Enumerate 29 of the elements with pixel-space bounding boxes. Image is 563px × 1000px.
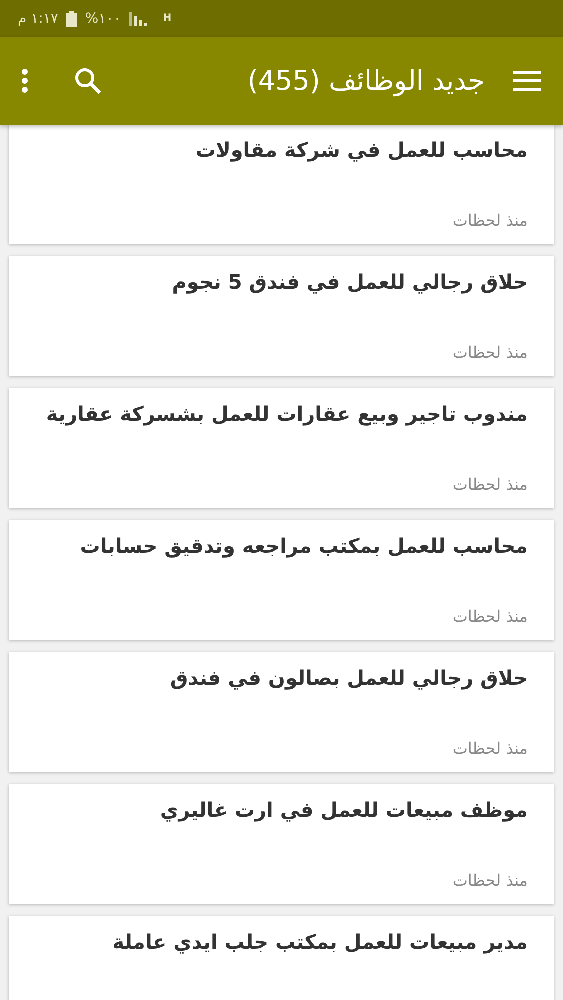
posted-time: منذ لحظات bbox=[452, 607, 528, 626]
job-card[interactable]: حلاق رجالي للعمل في فندق 5 نجوم منذ لحظات bbox=[9, 256, 554, 376]
posted-time: منذ لحظات bbox=[452, 343, 528, 362]
job-title: مندوب تاجير وبيع عقارات للعمل بشسركة عقارية bbox=[45, 402, 528, 426]
signal-icon bbox=[129, 12, 148, 26]
job-title: موظف مبيعات للعمل في ارت غاليري bbox=[159, 798, 528, 822]
job-card[interactable]: مندوب تاجير وبيع عقارات للعمل بشسركة عقارية منذ لحظات bbox=[9, 388, 554, 508]
battery-icon bbox=[66, 10, 78, 26]
posted-time: منذ لحظات bbox=[452, 871, 528, 890]
job-card[interactable]: حلاق رجالي للعمل بصالون في فندق منذ لحظات bbox=[9, 652, 554, 772]
job-card[interactable]: مدير مبيعات للعمل بمكتب جلب ايدي عاملة bbox=[9, 916, 554, 1000]
more-options-button[interactable] bbox=[20, 68, 30, 94]
search-button[interactable] bbox=[74, 67, 102, 95]
menu-button[interactable] bbox=[513, 71, 541, 91]
posted-time: منذ لحظات bbox=[452, 739, 528, 758]
network-type: H bbox=[163, 13, 172, 24]
job-card[interactable]: موظف مبيعات للعمل في ارت غاليري منذ لحظات bbox=[9, 784, 554, 904]
posted-time: منذ لحظات bbox=[452, 475, 528, 494]
app-title: جديد الوظائف (455) bbox=[246, 66, 485, 96]
job-title: حلاق رجالي للعمل في فندق 5 نجوم bbox=[171, 270, 528, 294]
battery-percent: ١٠٠% bbox=[85, 10, 122, 26]
job-card[interactable]: محاسب للعمل في شركة مقاولات منذ لحظات bbox=[9, 124, 554, 244]
job-title: محاسب للعمل بمكتب مراجعه وتدقيق حسابات bbox=[79, 534, 528, 558]
job-card[interactable]: محاسب للعمل بمكتب مراجعه وتدقيق حسابات منذ لحظات bbox=[9, 520, 554, 640]
posted-time: منذ لحظات bbox=[452, 211, 528, 230]
job-title: محاسب للعمل في شركة مقاولات bbox=[194, 138, 528, 162]
job-title: مدير مبيعات للعمل بمكتب جلب ايدي عاملة bbox=[112, 930, 528, 954]
job-title: حلاق رجالي للعمل بصالون في فندق bbox=[169, 666, 528, 690]
clock: ١:١٧ م bbox=[18, 10, 58, 26]
